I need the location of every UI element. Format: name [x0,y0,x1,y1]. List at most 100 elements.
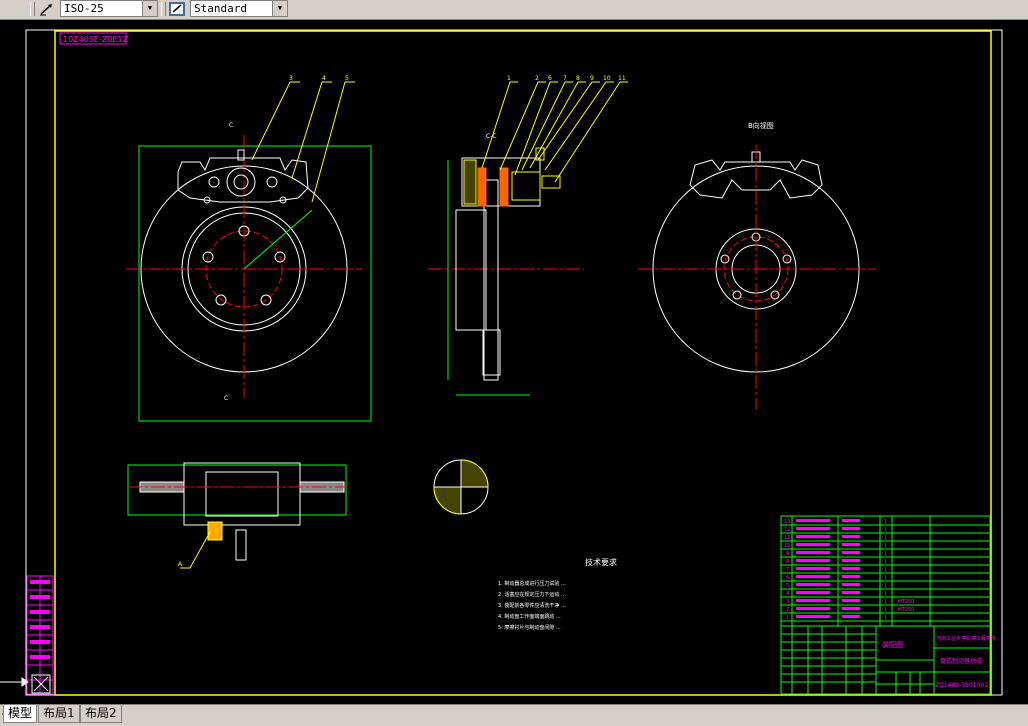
rear-view: B向视图 [638,121,876,410]
drawing-title: 盘式制动器总成 [940,657,982,665]
bom-qty: 1 [884,615,887,621]
bom-qty: 1 [884,543,887,549]
bom-no: 2 [786,607,789,613]
balloon-4: 4 [322,75,326,82]
detail-hatch [433,486,462,515]
text-style-value: Standard [194,2,247,15]
bom-descriptions [796,519,860,618]
dimension-style-icon[interactable] [37,1,57,17]
bom-no: 7 [786,567,789,573]
section-label-bottom: C [224,395,228,402]
tab-layout2[interactable]: 布局2 [80,705,122,723]
detail-label: A [178,561,183,568]
toolbar-separator [161,2,166,16]
bom-no: 12 [784,527,790,533]
bom-no: 13 [784,519,790,525]
drawing-canvas[interactable]: 10Z40SE-Z0E1Z 3 4 5 C C 1 2 6 7 8 9 10 1… [0,20,1028,704]
leader-2 [499,81,546,171]
section-detail [433,459,489,515]
bom-material: HT250 [898,607,914,613]
toolbar-grip[interactable] [30,2,35,16]
balloon-10: 10 [603,75,611,82]
radius-dimension [243,209,313,270]
bom-qty: 1 [884,519,887,525]
section-view-label: C-C [486,133,497,140]
hatch-area [463,159,477,205]
leader-5 [311,81,355,203]
tech-req-line: 1. 制动器总成进行压力试验 ... [498,580,566,587]
chevron-down-icon[interactable]: ▼ [142,1,157,16]
layout-tab-bar: 模型 布局1 布局2 [0,704,1028,726]
bom-no: 4 [786,591,789,597]
balloon-2: 2 [535,75,539,82]
tab-model[interactable]: 模型 [3,705,38,723]
bom-no: 9 [786,551,789,557]
balloon-1: 1 [507,75,511,82]
balloon-5: 5 [345,75,349,82]
revision-block [26,575,54,695]
front-dim-box [138,145,372,422]
top-bleeder [207,521,223,541]
tech-req-line: 4. 制动盘工作面端面跳动 ... [498,613,561,620]
bom-qty: 1 [884,567,887,573]
rear-view-title: B向视图 [748,121,774,130]
ucs-icon [0,674,51,694]
tech-req-line: 3. 装配前各零件应清洗干净 ... [498,602,566,609]
bom-material: HT250 [898,599,914,605]
leader-1 [481,81,518,169]
top-inlet [235,529,247,561]
tab-layout1[interactable]: 布局1 [38,705,80,723]
text-style-icon[interactable] [167,1,187,17]
bom-no: 8 [786,559,789,565]
detail-leader [180,531,211,569]
bom-no: 11 [784,535,790,541]
tech-req-title: 技术要求 [585,557,617,567]
sheet-label: 装配图 [882,640,903,649]
bom-qty: 1 [884,591,887,597]
hub-section [455,209,487,331]
bom-qty: 1 [884,583,887,589]
balloon-3: 3 [289,75,293,82]
bom-no: 5 [786,583,789,589]
bom-no: 6 [786,575,789,581]
section-label-top: C [229,122,233,129]
tech-req-line: 2. 活塞应在规定压力下运动 ... [498,591,566,598]
leader-3 [251,81,300,161]
bom-no: 3 [786,599,789,605]
piston-outer [226,167,256,197]
leader-4 [291,81,332,179]
bom-qty: 1 [884,559,887,565]
bom-qty: 1 [884,607,887,613]
piston-inner [233,174,249,190]
dimension-style-select[interactable]: ISO-25 ▼ [60,0,158,17]
bom-qty: 1 [884,527,887,533]
front-view: 3 4 5 C C [126,75,372,422]
bom-no: 10 [784,543,790,549]
school-name: 河南工业大学机械工程学院 [936,635,996,642]
guide-pin [266,176,278,188]
balloon-8: 8 [576,75,580,82]
side-section-view: 1 2 6 7 8 9 10 11 C-C [428,75,628,396]
top-piston-housing [205,471,279,517]
technical-requirements: 技术要求 1. 制动器总成进行压力试验 ... 2. 活塞应在规定压力下运动 .… [498,557,617,631]
stamp-text: 10Z40SE-Z0E1Z [63,35,129,44]
bill-of-materials: 13 12 11 10 9 8 7 6 5 4 3 2 1 1 1 1 1 1 … [780,515,996,695]
rear-bolt-hole [732,290,742,300]
drawing-number: ZQ1489-3501001 [935,682,988,689]
bom-qty: 1 [884,535,887,541]
bom-no: 1 [786,615,789,621]
styles-toolbar: ISO-25 ▼ Standard ▼ [0,0,1028,20]
leader-11 [554,81,628,183]
detail-hatch [460,459,489,488]
rear-bolt-hole [720,254,730,264]
leader-8 [529,81,586,169]
text-style-select[interactable]: Standard ▼ [190,0,288,17]
brake-pad [499,167,509,207]
bom-qty: 1 [884,599,887,605]
bom-qty: 1 [884,551,887,557]
balloon-11: 11 [618,75,626,82]
bolt-hole [215,294,227,306]
top-view: A [127,462,347,569]
chevron-down-icon[interactable]: ▼ [272,1,287,16]
guide-pin [208,176,220,188]
